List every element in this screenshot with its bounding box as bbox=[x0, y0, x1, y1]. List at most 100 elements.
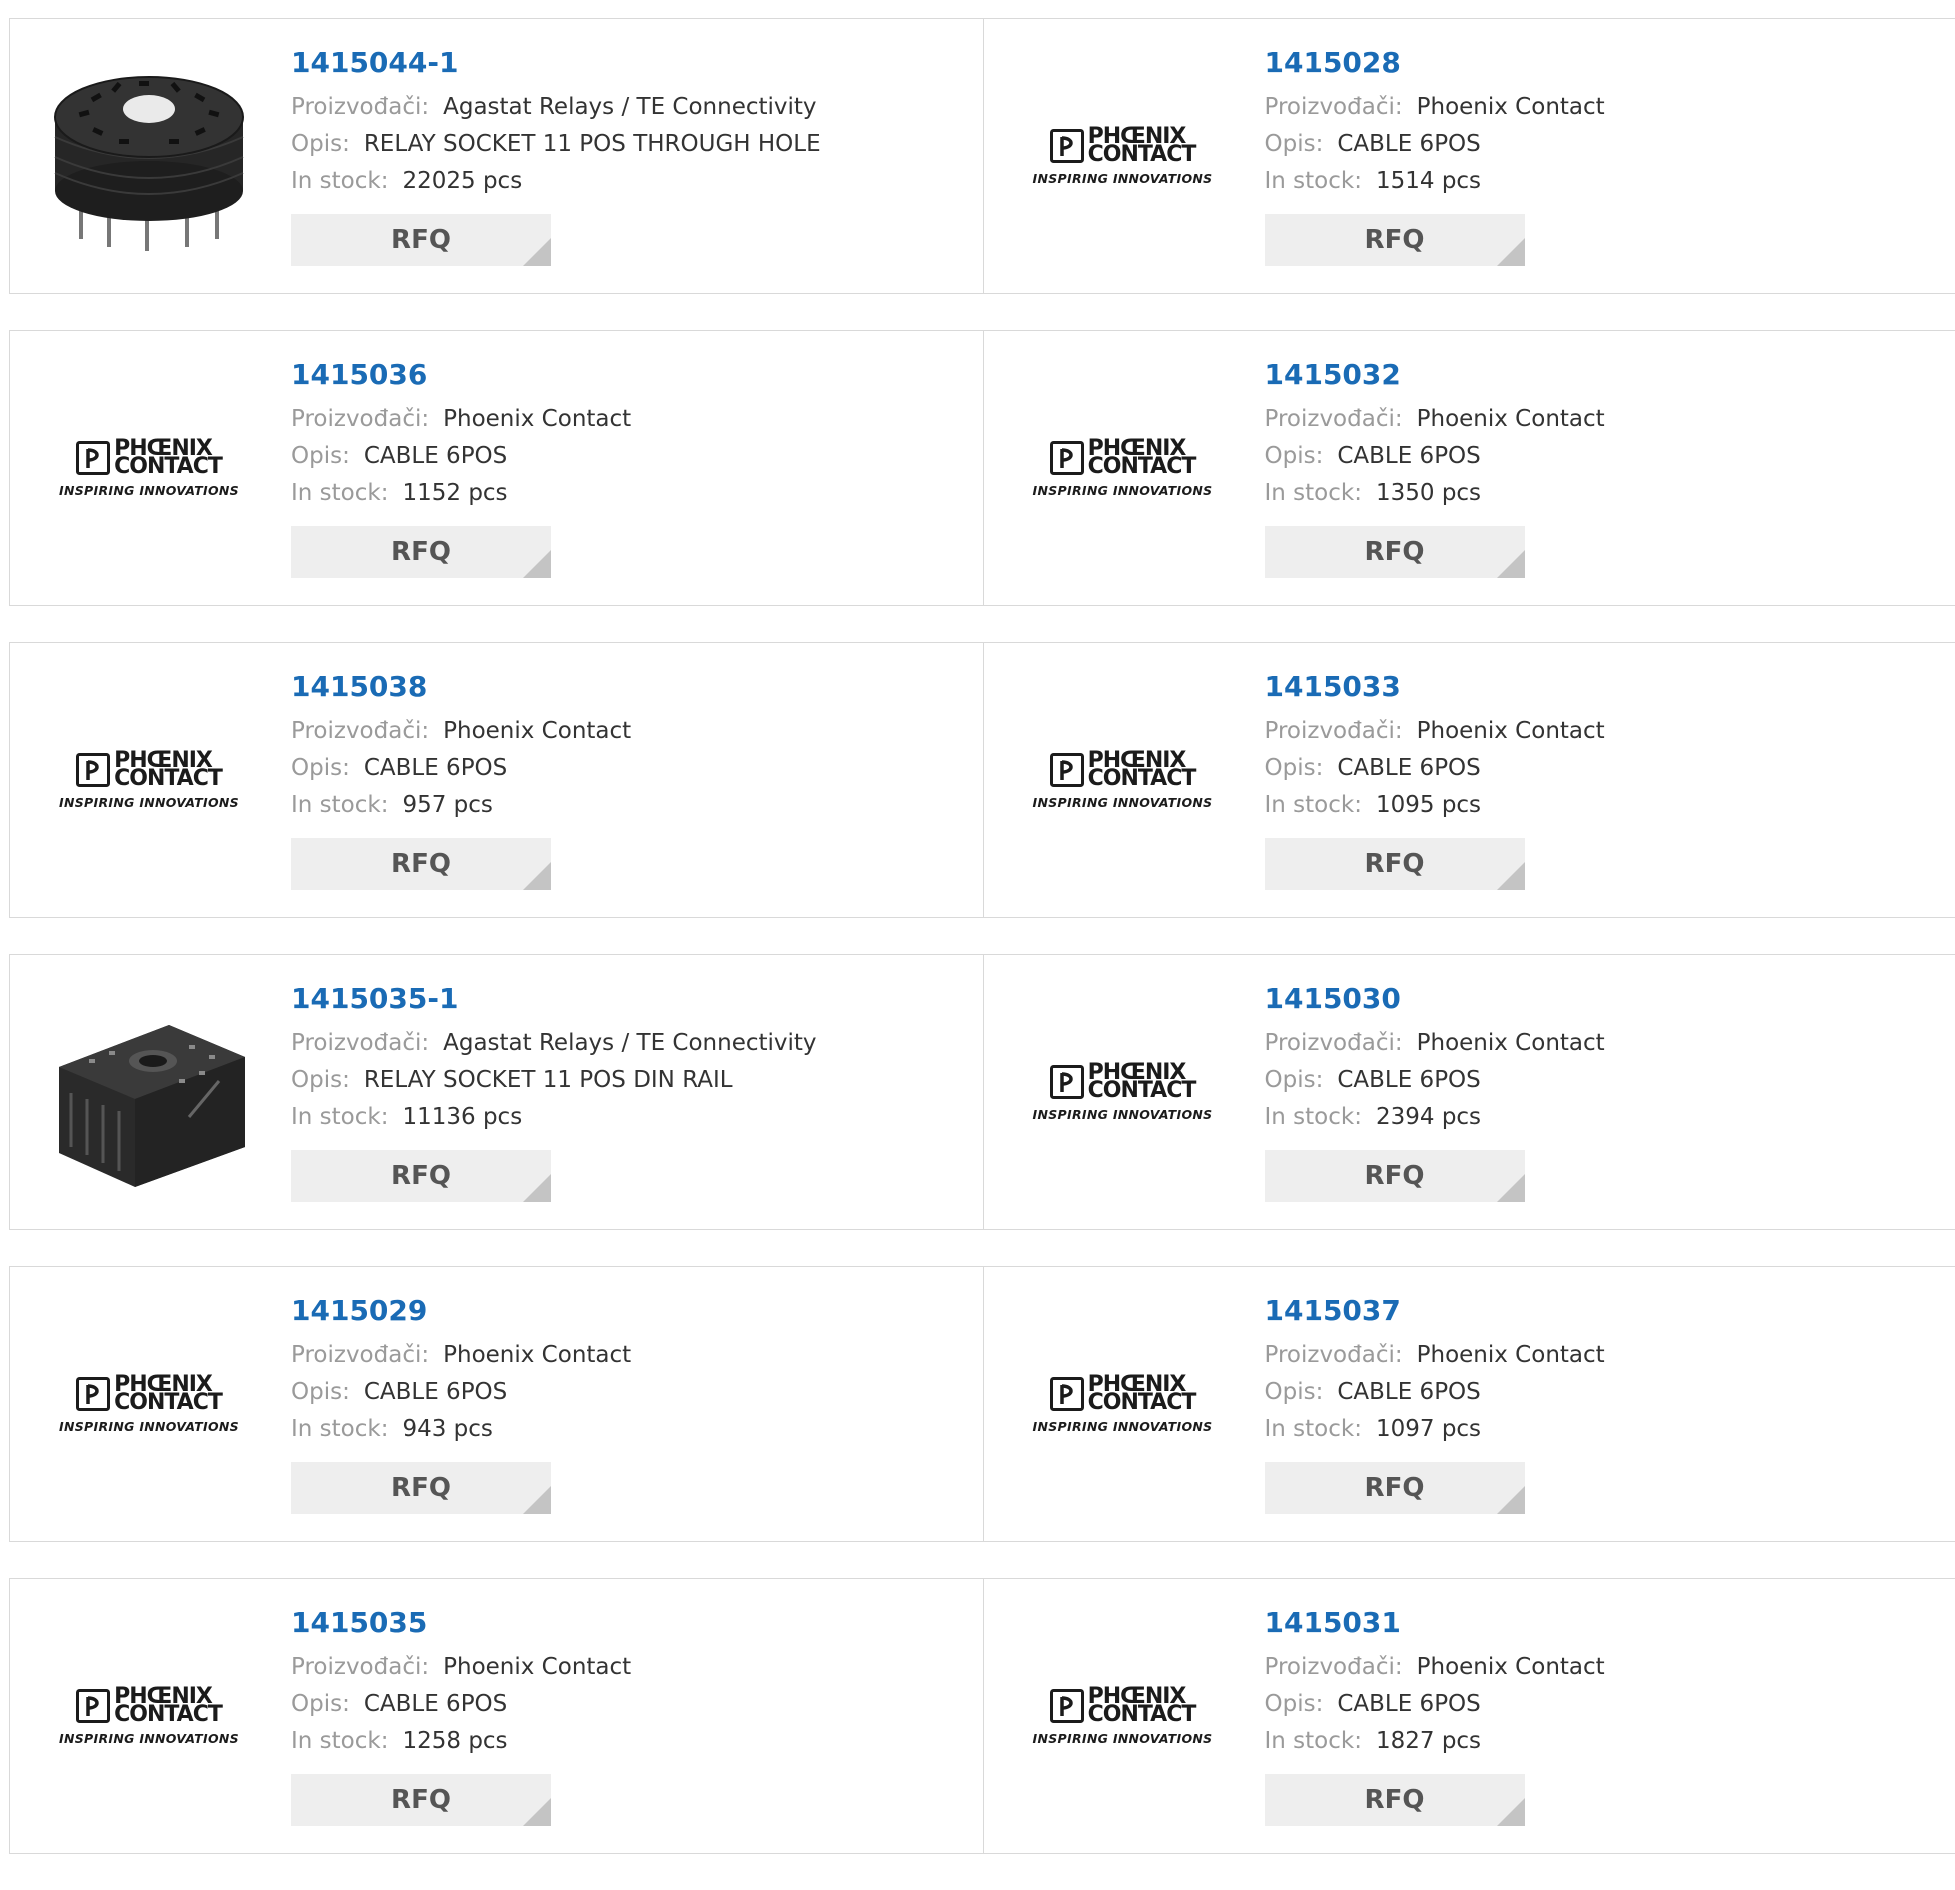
manufacturer-label: Proizvođači: bbox=[1265, 1030, 1403, 1056]
description-row: Opis:RELAY SOCKET 11 POS DIN RAIL bbox=[291, 1062, 817, 1099]
manufacturer-row: Proizvođači:Phoenix Contact bbox=[291, 1337, 631, 1374]
corner-triangle-icon bbox=[1497, 238, 1525, 266]
part-number-link[interactable]: 1415029 bbox=[291, 1295, 631, 1327]
product-image[interactable]: PHŒNIX CONTACT INSPIRING INNOVATIONS bbox=[48, 373, 250, 565]
relay-socket-din-image bbox=[49, 997, 249, 1189]
rfq-button[interactable]: RFQ bbox=[291, 214, 551, 266]
product-grid: 1415044-1 Proizvođači:Agastat Relays / T… bbox=[9, 18, 1955, 1890]
product-card: PHŒNIX CONTACT INSPIRING INNOVATIONS 141… bbox=[10, 1579, 983, 1853]
manufacturer-value: Phoenix Contact bbox=[1417, 94, 1605, 120]
rfq-button[interactable]: RFQ bbox=[1265, 1150, 1525, 1202]
logo-tagline: INSPIRING INNOVATIONS bbox=[1033, 483, 1213, 498]
part-number-link[interactable]: 1415031 bbox=[1265, 1607, 1605, 1639]
rfq-label: RFQ bbox=[1365, 1473, 1425, 1503]
logo-tagline: INSPIRING INNOVATIONS bbox=[1033, 1107, 1213, 1122]
description-value: CABLE 6POS bbox=[1337, 1379, 1480, 1405]
rfq-button[interactable]: RFQ bbox=[1265, 1774, 1525, 1826]
part-number-link[interactable]: 1415038 bbox=[291, 671, 631, 703]
product-info: 1415028 Proizvođači:Phoenix Contact Opis… bbox=[1265, 47, 1605, 266]
stock-row: In stock:1152 pcs bbox=[291, 475, 631, 512]
description-value: CABLE 6POS bbox=[364, 1691, 507, 1717]
description-row: Opis:CABLE 6POS bbox=[291, 1686, 631, 1723]
stock-row: In stock:1097 pcs bbox=[1265, 1411, 1605, 1448]
product-image[interactable]: PHŒNIX CONTACT INSPIRING INNOVATIONS bbox=[1022, 1621, 1224, 1813]
rfq-button[interactable]: RFQ bbox=[291, 838, 551, 890]
logo-line2: CONTACT bbox=[1088, 770, 1196, 788]
corner-triangle-icon bbox=[1497, 1174, 1525, 1202]
description-label: Opis: bbox=[1265, 1691, 1324, 1717]
rfq-button[interactable]: RFQ bbox=[1265, 526, 1525, 578]
part-number-link[interactable]: 1415037 bbox=[1265, 1295, 1605, 1327]
description-label: Opis: bbox=[291, 1379, 350, 1405]
stock-value: 1514 pcs bbox=[1376, 168, 1481, 194]
logo-tagline: INSPIRING INNOVATIONS bbox=[1033, 1419, 1213, 1434]
manufacturer-label: Proizvođači: bbox=[1265, 94, 1403, 120]
rfq-button[interactable]: RFQ bbox=[291, 1150, 551, 1202]
phoenix-mark-icon bbox=[76, 1377, 110, 1411]
logo-tagline: INSPIRING INNOVATIONS bbox=[59, 795, 239, 810]
phoenix-contact-logo: PHŒNIX CONTACT INSPIRING INNOVATIONS bbox=[1022, 1064, 1224, 1122]
description-value: RELAY SOCKET 11 POS THROUGH HOLE bbox=[364, 131, 821, 157]
stock-value: 1258 pcs bbox=[402, 1728, 507, 1754]
stock-label: In stock: bbox=[291, 1728, 388, 1754]
logo-line2: CONTACT bbox=[1088, 1706, 1196, 1724]
manufacturer-value: Agastat Relays / TE Connectivity bbox=[443, 1030, 816, 1056]
rfq-button[interactable]: RFQ bbox=[1265, 1462, 1525, 1514]
rfq-label: RFQ bbox=[391, 225, 451, 255]
product-image[interactable]: PHŒNIX CONTACT INSPIRING INNOVATIONS bbox=[1022, 997, 1224, 1189]
product-row: 1415044-1 Proizvođači:Agastat Relays / T… bbox=[9, 18, 1955, 294]
part-number-link[interactable]: 1415044-1 bbox=[291, 47, 821, 79]
product-image[interactable]: PHŒNIX CONTACT INSPIRING INNOVATIONS bbox=[48, 1621, 250, 1813]
manufacturer-value: Phoenix Contact bbox=[443, 1654, 631, 1680]
manufacturer-label: Proizvođači: bbox=[291, 1030, 429, 1056]
product-card: 1415044-1 Proizvođači:Agastat Relays / T… bbox=[10, 19, 983, 293]
phoenix-contact-logo: PHŒNIX CONTACT INSPIRING INNOVATIONS bbox=[1022, 128, 1224, 186]
product-info: 1415032 Proizvođači:Phoenix Contact Opis… bbox=[1265, 359, 1605, 578]
rfq-button[interactable]: RFQ bbox=[1265, 214, 1525, 266]
rfq-button[interactable]: RFQ bbox=[291, 526, 551, 578]
part-number-link[interactable]: 1415028 bbox=[1265, 47, 1605, 79]
rfq-button[interactable]: RFQ bbox=[291, 1774, 551, 1826]
logo-line2: CONTACT bbox=[114, 770, 222, 788]
part-number-link[interactable]: 1415035-1 bbox=[291, 983, 817, 1015]
logo-tagline: INSPIRING INNOVATIONS bbox=[59, 1419, 239, 1434]
product-image[interactable] bbox=[48, 61, 250, 253]
corner-triangle-icon bbox=[523, 238, 551, 266]
phoenix-contact-logo: PHŒNIX CONTACT INSPIRING INNOVATIONS bbox=[48, 752, 250, 810]
phoenix-contact-logo: PHŒNIX CONTACT INSPIRING INNOVATIONS bbox=[48, 1688, 250, 1746]
product-image[interactable]: PHŒNIX CONTACT INSPIRING INNOVATIONS bbox=[1022, 373, 1224, 565]
part-number-link[interactable]: 1415035 bbox=[291, 1607, 631, 1639]
stock-row: In stock:1827 pcs bbox=[1265, 1723, 1605, 1760]
stock-label: In stock: bbox=[1265, 792, 1362, 818]
part-number-link[interactable]: 1415033 bbox=[1265, 671, 1605, 703]
rfq-button[interactable]: RFQ bbox=[1265, 838, 1525, 890]
manufacturer-value: Phoenix Contact bbox=[443, 406, 631, 432]
rfq-label: RFQ bbox=[391, 537, 451, 567]
manufacturer-row: Proizvođači:Phoenix Contact bbox=[291, 401, 631, 438]
part-number-link[interactable]: 1415032 bbox=[1265, 359, 1605, 391]
manufacturer-label: Proizvođači: bbox=[291, 718, 429, 744]
stock-value: 957 pcs bbox=[402, 792, 492, 818]
manufacturer-row: Proizvođači:Phoenix Contact bbox=[1265, 401, 1605, 438]
product-image[interactable]: PHŒNIX CONTACT INSPIRING INNOVATIONS bbox=[48, 685, 250, 877]
stock-label: In stock: bbox=[291, 1104, 388, 1130]
manufacturer-row: Proizvođači:Agastat Relays / TE Connecti… bbox=[291, 89, 821, 126]
part-number-link[interactable]: 1415030 bbox=[1265, 983, 1605, 1015]
part-number-link[interactable]: 1415036 bbox=[291, 359, 631, 391]
stock-value: 1350 pcs bbox=[1376, 480, 1481, 506]
rfq-button[interactable]: RFQ bbox=[291, 1462, 551, 1514]
product-info: 1415038 Proizvođači:Phoenix Contact Opis… bbox=[291, 671, 631, 890]
product-image[interactable]: PHŒNIX CONTACT INSPIRING INNOVATIONS bbox=[1022, 61, 1224, 253]
stock-value: 943 pcs bbox=[402, 1416, 492, 1442]
product-image[interactable] bbox=[48, 997, 250, 1189]
product-image[interactable]: PHŒNIX CONTACT INSPIRING INNOVATIONS bbox=[1022, 685, 1224, 877]
description-label: Opis: bbox=[291, 131, 350, 157]
product-card: PHŒNIX CONTACT INSPIRING INNOVATIONS 141… bbox=[10, 643, 983, 917]
phoenix-mark-icon bbox=[76, 441, 110, 475]
stock-label: In stock: bbox=[1265, 1416, 1362, 1442]
description-value: CABLE 6POS bbox=[364, 755, 507, 781]
product-image[interactable]: PHŒNIX CONTACT INSPIRING INNOVATIONS bbox=[1022, 1309, 1224, 1501]
description-row: Opis:CABLE 6POS bbox=[291, 750, 631, 787]
corner-triangle-icon bbox=[523, 1486, 551, 1514]
product-image[interactable]: PHŒNIX CONTACT INSPIRING INNOVATIONS bbox=[48, 1309, 250, 1501]
